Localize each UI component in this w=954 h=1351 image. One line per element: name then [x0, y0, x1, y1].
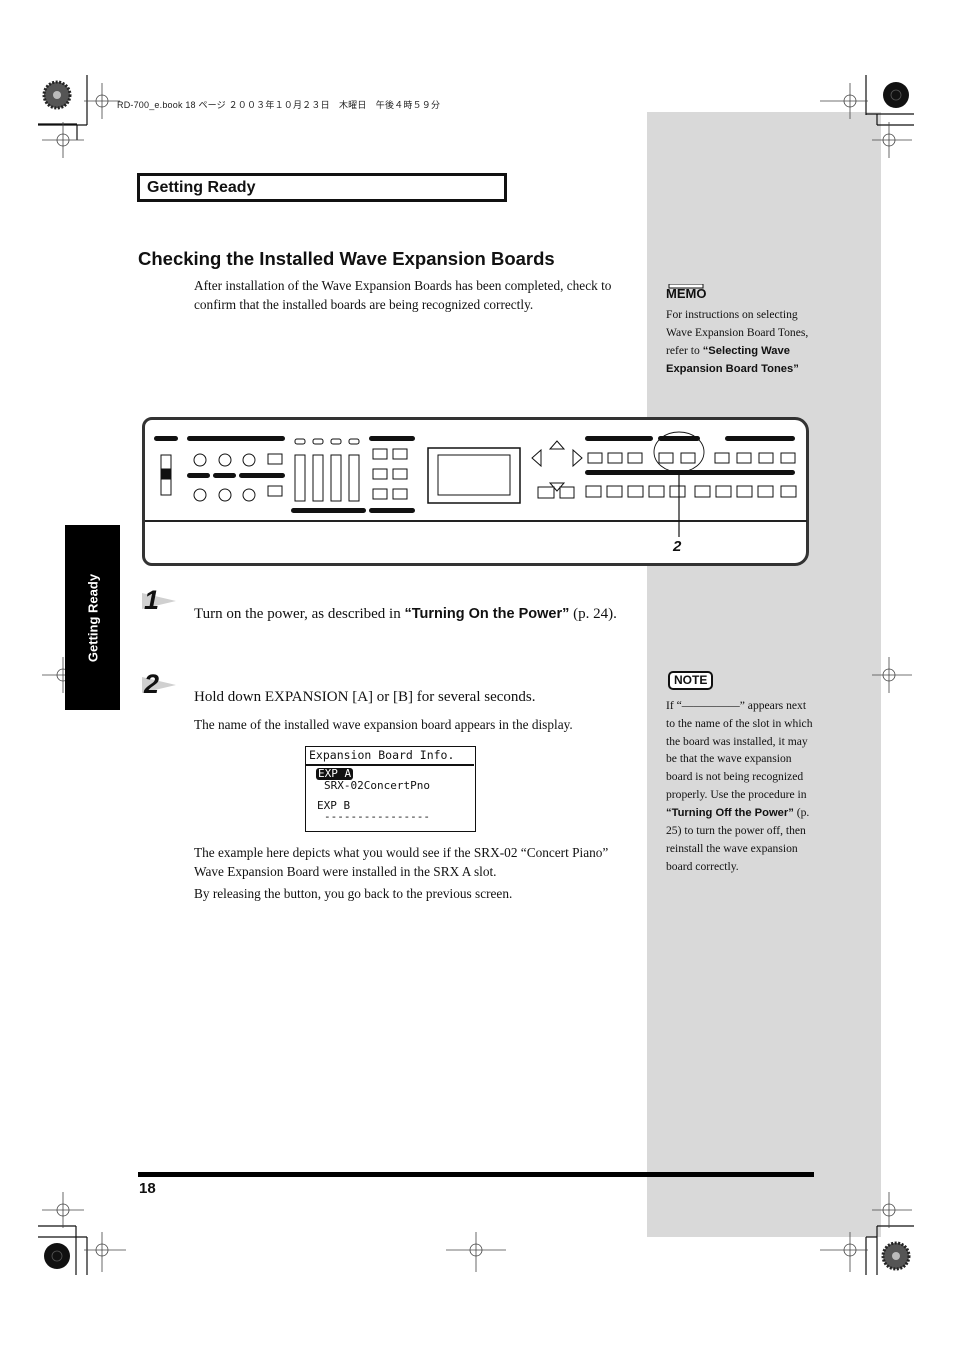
- note-text: If “—————” appears next to the name of t…: [666, 699, 813, 873]
- color-target-icon: [42, 80, 72, 110]
- lcd-display: Expansion Board Info. EXP A SRX-02Concer…: [305, 746, 476, 832]
- step-number: 2: [144, 669, 160, 699]
- lcd-slot-b-value: ----------------: [324, 810, 430, 823]
- footer-rule: [138, 1172, 814, 1177]
- reverb-label-pill: [187, 473, 210, 478]
- step-1-link[interactable]: “Turning On the Power”: [404, 606, 569, 622]
- chorus-label-pill: [213, 473, 236, 478]
- memo-text: For instructions on selecting Wave Expan…: [666, 306, 816, 379]
- lcd-slot-a-value: SRX-02ConcertPno: [324, 779, 430, 792]
- part-select-pill: [585, 436, 653, 441]
- section-title-box: Getting Ready: [137, 173, 507, 202]
- expansion-pill: [658, 436, 700, 441]
- crosshair-icon: [820, 1232, 868, 1272]
- color-target-icon: [883, 82, 909, 108]
- one-touch-pill: [369, 508, 415, 513]
- print-header: RD-700_e.book 18 ページ ２００３年１０月２３日 木曜日 午後４…: [117, 100, 441, 110]
- color-target-icon: [44, 1243, 70, 1269]
- panel-controls: 2: [154, 431, 797, 555]
- step-2-subtext: The name of the installed wave expansion…: [194, 717, 573, 732]
- volume-label-pill: [154, 436, 178, 441]
- color-target-icon: [881, 1241, 911, 1271]
- tone-select-pill: [585, 470, 795, 475]
- crosshair-icon: [872, 122, 912, 158]
- note-icon: NOTE: [668, 671, 714, 690]
- crosshair-icon: [820, 83, 868, 119]
- multi-effects-label-pill: [239, 473, 285, 478]
- section-title: Getting Ready: [147, 179, 256, 196]
- keyboard-control-pill: [369, 436, 415, 441]
- side-tab-label: Getting Ready: [85, 573, 100, 662]
- callout-number: 2: [672, 538, 682, 555]
- memo-icon: MEMO: [665, 283, 709, 305]
- dash-placeholder: —————: [681, 699, 740, 712]
- page-heading: Checking the Installed Wave Expansion Bo…: [138, 248, 555, 269]
- crosshair-icon: [42, 122, 84, 158]
- page-number: 18: [139, 1180, 156, 1197]
- intro-paragraph: After installation of the Wave Expansion…: [194, 278, 612, 312]
- crosshair-icon: [872, 1192, 912, 1228]
- note-link[interactable]: “Turning Off the Power”: [666, 807, 794, 819]
- crosshair-icon: [42, 1192, 84, 1228]
- crosshair-icon: [84, 83, 120, 119]
- step-1-text: Turn on the power, as described in “Turn…: [194, 606, 617, 622]
- crosshair-icon: [84, 1232, 126, 1272]
- crosshair-icon: [872, 657, 912, 693]
- svg-text:MEMO: MEMO: [666, 286, 706, 300]
- release-paragraph: By releasing the button, you go back to …: [194, 886, 513, 901]
- equalizer-label-pill: [187, 436, 285, 441]
- step-number: 1: [144, 585, 160, 615]
- example-paragraph: The example here depicts what you would …: [194, 845, 609, 879]
- lcd-title: Expansion Board Info.: [309, 748, 455, 762]
- crosshair-icon: [446, 1232, 506, 1272]
- lcd-rule: [306, 764, 474, 766]
- function-pill: [725, 436, 795, 441]
- part-switch-level-pill: [291, 508, 366, 513]
- chapter-side-tab: Getting Ready: [65, 525, 120, 710]
- step-2-text: Hold down EXPANSION [A] or [B] for sever…: [194, 689, 536, 705]
